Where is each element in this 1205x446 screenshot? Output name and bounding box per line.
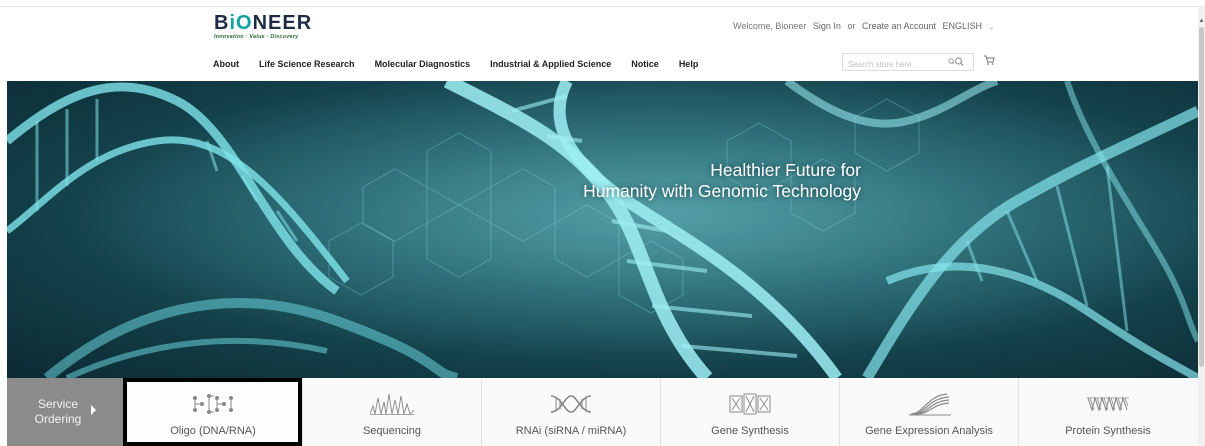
service-label-protein-synthesis: Protein Synthesis (1065, 425, 1151, 437)
nav-notice[interactable]: Notice (631, 59, 659, 69)
service-gene-synthesis[interactable]: Gene Synthesis (660, 378, 839, 446)
nav-about[interactable]: About (213, 59, 239, 69)
hero-line-2: Humanity with Genomic Technology (583, 181, 861, 201)
service-ordering-label: Service Ordering (7, 378, 123, 446)
welcome-text: Welcome, Bioneer (733, 21, 807, 31)
service-oligo[interactable]: Oligo (DNA/RNA) (123, 378, 302, 446)
logo-tagline: Innovation · Value · Discovery (214, 34, 299, 40)
service-protein-synthesis[interactable]: Protein Synthesis (1018, 378, 1197, 446)
gene-expression-icon (909, 393, 951, 416)
sign-in-link[interactable]: Sign In (813, 21, 841, 31)
or-text: or (847, 21, 856, 31)
bioneer-logo[interactable]: BiONEER Innovation · Value · Discovery (214, 13, 312, 40)
sequencing-icon (370, 393, 414, 415)
logo-wordmark: BiONEER (214, 12, 313, 34)
nav-life-science-research[interactable]: Life Science Research (259, 59, 355, 69)
create-account-link[interactable]: Create an Account (862, 21, 936, 31)
main-nav: About Life Science Research Molecular Di… (213, 59, 718, 69)
protein-synthesis-icon (1087, 396, 1129, 412)
service-sequencing[interactable]: Sequencing (302, 378, 481, 446)
service-label-line-2: Ordering (34, 412, 82, 426)
arrow-right-icon (91, 405, 96, 415)
dna-helix-illustration (7, 81, 1198, 378)
site-header: BiONEER Innovation · Value · Discovery W… (0, 7, 1198, 81)
language-selector[interactable]: ENGLISH ⌄ (943, 21, 999, 31)
service-label-sequencing: Sequencing (362, 425, 422, 437)
service-label-rnai: RNAi (siRNA / miRNA) (515, 425, 627, 437)
gene-synthesis-icon (729, 393, 771, 415)
page-scrollbar[interactable]: ▴ (1198, 7, 1205, 446)
service-label-line-1: Service (37, 397, 78, 411)
nav-molecular-diagnostics[interactable]: Molecular Diagnostics (375, 59, 471, 69)
service-label-gene-expression: Gene Expression Analysis (865, 425, 993, 437)
hero-headline: Healthier Future for Humanity with Genom… (583, 160, 861, 202)
service-ordering-bar: Service Ordering Oligo (DNA/RNA) Sequenc… (7, 378, 1198, 446)
cart-icon[interactable] (983, 54, 995, 66)
search-box (842, 53, 974, 73)
account-links: Welcome, Bioneer Sign In or Create an Ac… (733, 21, 1002, 31)
service-rnai[interactable]: RNAi (siRNA / miRNA) (481, 378, 660, 446)
oligo-icon (193, 394, 233, 414)
search-icon[interactable] (947, 56, 965, 68)
nav-industrial-applied-science[interactable]: Industrial & Applied Science (490, 59, 611, 69)
rnai-icon (550, 395, 592, 413)
scroll-thumb[interactable] (1199, 27, 1204, 367)
scroll-up-arrow-icon[interactable]: ▴ (1198, 17, 1205, 25)
chevron-down-icon: ⌄ (988, 24, 995, 31)
service-label-oligo: Oligo (DNA/RNA) (170, 425, 256, 437)
hero-banner: Healthier Future for Humanity with Genom… (7, 81, 1198, 378)
hero-line-1: Healthier Future for (710, 160, 861, 180)
service-label-gene-synthesis: Gene Synthesis (711, 425, 789, 437)
service-gene-expression[interactable]: Gene Expression Analysis (839, 378, 1018, 446)
nav-help[interactable]: Help (679, 59, 699, 69)
top-rule (0, 0, 1205, 7)
language-label: ENGLISH (942, 21, 983, 31)
search-input[interactable] (843, 56, 939, 73)
